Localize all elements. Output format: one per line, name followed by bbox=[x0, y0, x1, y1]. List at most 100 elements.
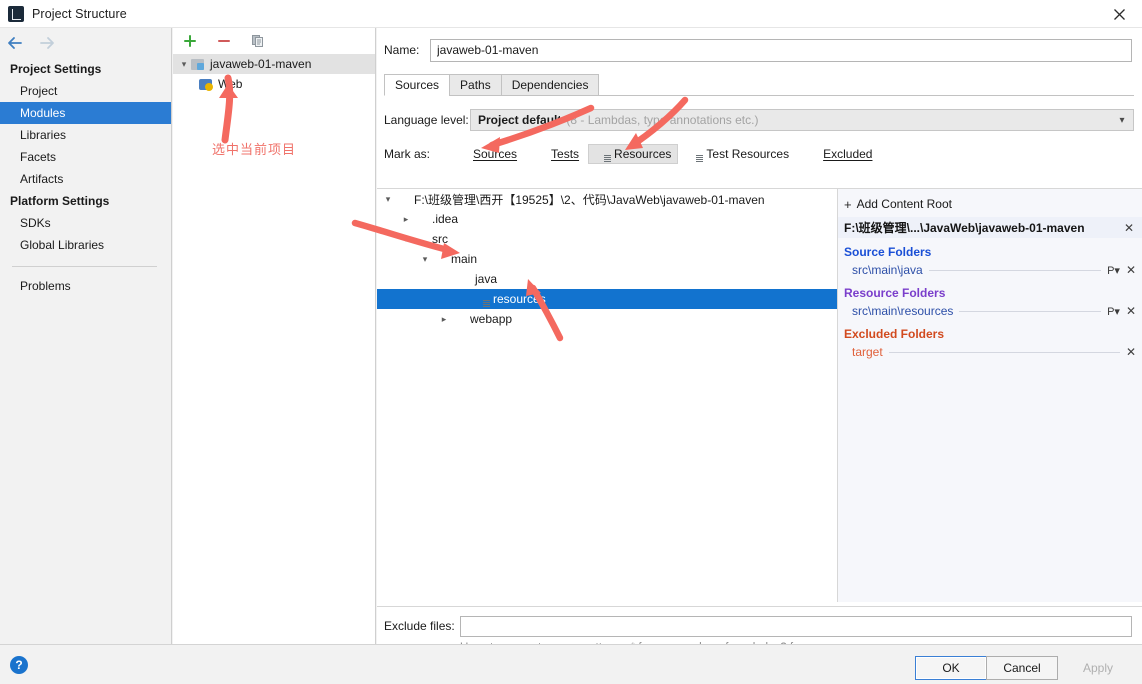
mark-as-row: Mark as: Sources Tests Resources Test Re… bbox=[384, 144, 1142, 164]
add-module-button[interactable] bbox=[181, 32, 199, 50]
editor-tabs: Sources Paths Dependencies bbox=[384, 74, 1142, 96]
language-level-value: Project default bbox=[478, 113, 561, 127]
remove-module-button[interactable] bbox=[215, 32, 233, 50]
chevron-down-icon[interactable]: ▾ bbox=[418, 254, 432, 265]
folder-gray-icon bbox=[395, 193, 410, 206]
intellij-idea-icon bbox=[8, 6, 24, 22]
module-name-label: Name: bbox=[384, 43, 430, 57]
exclude-files-input[interactable] bbox=[460, 616, 1132, 637]
content-root-tree: ▾ F:\班级管理\西开【19525】\2、代码\JavaWeb\javaweb… bbox=[377, 188, 838, 602]
cancel-button[interactable]: Cancel bbox=[986, 656, 1058, 680]
sidebar-item-problems[interactable]: Problems bbox=[0, 275, 171, 297]
chevron-down-icon[interactable]: ▾ bbox=[381, 194, 395, 205]
package-prefix-icon[interactable]: P▾ bbox=[1107, 264, 1120, 277]
tree-row-label: resources bbox=[493, 292, 546, 306]
close-icon[interactable]: ✕ bbox=[1126, 305, 1136, 317]
content-root-path-row: F:\班级管理\...\JavaWeb\javaweb-01-maven ✕ bbox=[838, 217, 1142, 238]
mark-as-sources-button[interactable]: Sources bbox=[448, 144, 523, 164]
excluded-folder-row[interactable]: target ✕ bbox=[838, 343, 1142, 361]
language-level-select[interactable]: Project default (8 - Lambdas, type annot… bbox=[470, 109, 1134, 131]
language-level-label: Language level: bbox=[384, 113, 470, 127]
folder-rule bbox=[889, 352, 1120, 353]
exclude-files-label: Exclude files: bbox=[384, 619, 460, 633]
resource-folders-title: Resource Folders bbox=[838, 279, 1142, 302]
mark-as-resources-button[interactable]: Resources bbox=[588, 144, 678, 164]
add-content-root-button[interactable]: + Add Content Root bbox=[844, 194, 1142, 214]
sidebar-item-libraries[interactable]: Libraries bbox=[0, 124, 171, 146]
mark-as-label: Mark as: bbox=[384, 147, 448, 161]
arrow-left-icon[interactable] bbox=[6, 34, 24, 52]
tree-row[interactable]: ▾ src bbox=[377, 229, 837, 249]
tab-sources[interactable]: Sources bbox=[384, 74, 450, 96]
copy-icon[interactable] bbox=[249, 32, 267, 50]
tree-row[interactable]: java bbox=[377, 269, 837, 289]
modules-list-panel: ▾ javaweb-01-maven Web bbox=[173, 28, 376, 644]
sidebar-item-facets[interactable]: Facets bbox=[0, 146, 171, 168]
chevron-right-icon[interactable]: ▸ bbox=[437, 314, 451, 325]
folder-resources-icon bbox=[474, 293, 489, 306]
mark-as-resources-label: Resources bbox=[614, 147, 671, 161]
close-icon[interactable]: ✕ bbox=[1126, 346, 1136, 358]
module-name-input[interactable] bbox=[430, 39, 1132, 62]
tab-dependencies[interactable]: Dependencies bbox=[501, 74, 600, 96]
chevron-down-icon[interactable]: ▾ bbox=[1111, 110, 1133, 130]
exclude-files-row: Exclude files: bbox=[384, 615, 1132, 637]
tree-row[interactable]: ▾ F:\班级管理\西开【19525】\2、代码\JavaWeb\javaweb… bbox=[377, 189, 837, 209]
sidebar-item-modules[interactable]: Modules bbox=[0, 102, 171, 124]
folder-gray-icon bbox=[413, 233, 428, 246]
tab-paths[interactable]: Paths bbox=[449, 74, 502, 96]
chevron-down-icon[interactable]: ▾ bbox=[177, 59, 191, 70]
module-icon bbox=[191, 58, 206, 71]
module-tree-item-javaweb-01-maven[interactable]: ▾ javaweb-01-maven bbox=[173, 54, 375, 74]
folder-test-resources-icon bbox=[687, 148, 702, 161]
module-name-row: Name: bbox=[384, 38, 1132, 62]
arrow-right-icon[interactable] bbox=[38, 34, 56, 52]
package-prefix-icon[interactable]: P▾ bbox=[1107, 305, 1120, 318]
sidebar-item-sdks[interactable]: SDKs bbox=[0, 212, 171, 234]
sidebar-group-project-settings: Project Settings bbox=[0, 58, 171, 80]
mark-as-tests-label: Tests bbox=[551, 147, 579, 161]
window-title: Project Structure bbox=[32, 7, 127, 21]
language-level-hint: (8 - Lambdas, type annotations etc.) bbox=[566, 113, 758, 127]
module-editor-panel: Name: Sources Paths Dependencies Languag… bbox=[377, 28, 1142, 644]
modules-toolbar bbox=[173, 28, 375, 54]
tree-row-label: F:\班级管理\西开【19525】\2、代码\JavaWeb\javaweb-0… bbox=[414, 191, 765, 208]
sidebar-item-artifacts[interactable]: Artifacts bbox=[0, 168, 171, 190]
close-icon[interactable]: ✕ bbox=[1124, 222, 1134, 234]
tree-row[interactable]: ▸ webapp bbox=[377, 309, 837, 329]
mark-as-excluded-button[interactable]: Excluded bbox=[798, 144, 878, 164]
tree-row[interactable]: ▸ .idea bbox=[377, 209, 837, 229]
mark-as-excluded-label: Excluded bbox=[823, 147, 872, 161]
close-icon[interactable]: ✕ bbox=[1126, 264, 1136, 276]
tree-row-label: src bbox=[432, 232, 448, 246]
tree-row-label: webapp bbox=[470, 312, 512, 326]
folder-blue-icon bbox=[454, 148, 469, 161]
folder-gray-icon bbox=[451, 313, 466, 326]
chevron-right-icon[interactable]: ▸ bbox=[399, 214, 413, 225]
dialog-bottom-bar: ? OK Cancel Apply bbox=[0, 644, 1142, 684]
mark-as-sources-label: Sources bbox=[473, 147, 517, 161]
sidebar-navigation bbox=[0, 28, 171, 58]
project-structure-dialog: Project Structure Project Settings Proje… bbox=[0, 0, 1142, 684]
mark-as-tests-button[interactable]: Tests bbox=[526, 144, 585, 164]
help-button[interactable]: ? bbox=[10, 656, 28, 674]
module-tree-item-web[interactable]: Web bbox=[173, 74, 375, 94]
folder-gray-icon bbox=[413, 213, 428, 226]
plus-icon: + bbox=[844, 198, 852, 211]
ok-button[interactable]: OK bbox=[915, 656, 987, 680]
close-icon[interactable] bbox=[1096, 0, 1142, 28]
sidebar-item-project[interactable]: Project bbox=[0, 80, 171, 102]
resource-folder-row[interactable]: src\main\resources P▾ ✕ bbox=[838, 302, 1142, 320]
mark-as-test-resources-button[interactable]: Test Resources bbox=[681, 144, 795, 164]
sidebar-item-global-libraries[interactable]: Global Libraries bbox=[0, 234, 171, 256]
source-folder-path: src\main\java bbox=[852, 263, 923, 277]
chevron-down-icon[interactable]: ▾ bbox=[399, 234, 413, 245]
tree-row[interactable]: resources bbox=[377, 289, 837, 309]
title-bar: Project Structure bbox=[0, 0, 1142, 28]
tree-row[interactable]: ▾ main bbox=[377, 249, 837, 269]
web-facet-icon bbox=[199, 78, 214, 91]
resource-folder-path: src\main\resources bbox=[852, 304, 953, 318]
tree-row-label: java bbox=[475, 272, 497, 286]
excluded-folder-path: target bbox=[852, 345, 883, 359]
source-folder-row[interactable]: src\main\java P▾ ✕ bbox=[838, 261, 1142, 279]
